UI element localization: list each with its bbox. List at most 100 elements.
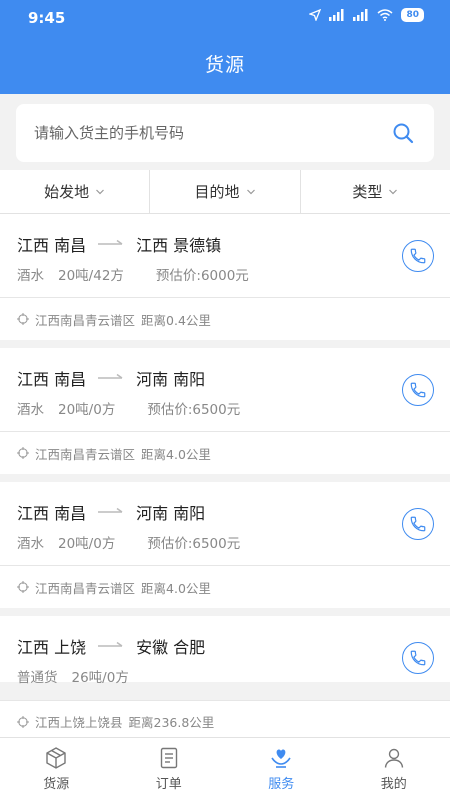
box-icon (46, 747, 66, 769)
title-bar: 货源 (0, 36, 450, 94)
filter-destination[interactable]: 目的地 (150, 170, 301, 213)
location-arrow-icon (309, 9, 322, 21)
chevron-down-icon (96, 189, 105, 194)
route-origin: 江西 南昌 (17, 236, 87, 255)
page-title: 货源 (204, 54, 245, 76)
wifi-icon (377, 9, 393, 21)
estimated-price: 预估价:6000元 (155, 268, 249, 284)
goods-type: 普通货 (17, 670, 58, 686)
cargo-card-main: 江西 南昌 河南 南阳 酒水 20吨/0方 预估价:6500元 (0, 482, 450, 566)
route-destination: 河南 南阳 (136, 504, 206, 523)
route-origin: 江西 上饶 (17, 638, 87, 657)
tab-mine[interactable]: 我的 (338, 738, 450, 800)
distance-text: 距离0.4公里 (141, 312, 211, 328)
status-time: 9:45 (28, 9, 66, 27)
route: 江西 上饶 安徽 合肥 (17, 634, 205, 658)
search-area (0, 94, 450, 170)
filter-type-label: 类型 (352, 183, 383, 201)
document-icon (160, 747, 177, 769)
tab-mine-label: 我的 (380, 777, 407, 792)
distance-text: 距离4.0公里 (141, 580, 211, 596)
goods-weight: 20吨/0方 (58, 402, 116, 418)
location-text: 江西南昌青云谱区 (35, 446, 136, 462)
route-destination: 江西 景德镇 (136, 236, 222, 255)
route-arrow-icon (98, 373, 123, 379)
search-icon[interactable] (392, 122, 414, 144)
crosshair-icon (17, 313, 29, 325)
cargo-card[interactable]: 江西 上饶 安徽 合肥 普通货 26吨/0方 江西上饶上饶县 距离236.8公里 (0, 616, 450, 737)
battery-icon: 80 (401, 8, 424, 22)
tab-orders-label: 订单 (155, 777, 182, 792)
route-origin: 江西 南昌 (17, 504, 87, 523)
route-arrow-icon (98, 507, 123, 513)
goods-weight: 20吨/0方 (58, 536, 116, 552)
cargo-detail: 酒水 20吨/0方 预估价:6500元 (17, 398, 240, 418)
tab-cargo-label: 货源 (43, 777, 70, 792)
route-arrow-icon (98, 641, 123, 647)
goods-type: 酒水 (17, 402, 44, 418)
cargo-detail: 普通货 26吨/0方 (17, 666, 161, 686)
phone-icon (410, 516, 426, 532)
chevron-down-icon (246, 189, 255, 194)
status-icons: 80 (309, 8, 424, 22)
location-text: 江西南昌青云谱区 (35, 312, 136, 328)
heart-hand-icon (271, 749, 291, 768)
call-button[interactable] (402, 508, 434, 540)
route: 江西 南昌 河南 南阳 (17, 500, 205, 524)
goods-weight: 26吨/0方 (71, 670, 129, 686)
distance-text: 距离236.8公里 (128, 715, 215, 730)
goods-weight: 20吨/42方 (58, 268, 124, 284)
tab-cargo[interactable]: 货源 (0, 738, 113, 800)
signal-hd-icon (353, 9, 368, 21)
estimated-price: 预估价:6500元 (147, 536, 241, 552)
cargo-location: 江西南昌青云谱区 距离0.4公里 (0, 298, 450, 340)
bottom-tab-bar: 货源 订单 服务 我的 (0, 737, 450, 800)
crosshair-icon (17, 715, 29, 728)
tab-orders[interactable]: 订单 (113, 738, 226, 800)
phone-icon (410, 382, 426, 398)
route-destination: 安徽 合肥 (136, 638, 206, 657)
cargo-card[interactable]: 江西 南昌 河南 南阳 酒水 20吨/0方 预估价:6500元 江西南昌青云谱区… (0, 482, 450, 608)
cargo-location: 江西南昌青云谱区 距离4.0公里 (0, 432, 450, 474)
cargo-card[interactable]: 江西 南昌 河南 南阳 酒水 20吨/0方 预估价:6500元 江西南昌青云谱区… (0, 348, 450, 474)
signal-icon (329, 9, 344, 21)
call-button[interactable] (402, 240, 434, 272)
cargo-list: 江西 南昌 江西 景德镇 酒水 20吨/42方 预估价:6000元 江西南昌青云… (0, 214, 450, 737)
phone-icon (410, 650, 426, 666)
goods-type: 酒水 (17, 268, 44, 284)
cargo-location: 江西上饶上饶县 距离236.8公里 (0, 700, 450, 737)
cargo-card-main: 江西 南昌 江西 景德镇 酒水 20吨/42方 预估价:6000元 (0, 214, 450, 298)
tab-service-label: 服务 (268, 777, 295, 792)
search-box (16, 104, 434, 162)
user-icon (384, 748, 403, 768)
cargo-detail: 酒水 20吨/42方 预估价:6000元 (17, 264, 249, 284)
filter-origin[interactable]: 始发地 (0, 170, 151, 213)
filter-type[interactable]: 类型 (301, 170, 450, 213)
crosshair-icon (17, 447, 29, 459)
call-button[interactable] (402, 374, 434, 406)
estimated-price: 预估价:6500元 (147, 402, 241, 418)
tab-service[interactable]: 服务 (225, 738, 338, 800)
cargo-card[interactable]: 江西 南昌 江西 景德镇 酒水 20吨/42方 预估价:6000元 江西南昌青云… (0, 214, 450, 340)
cargo-card-main: 江西 南昌 河南 南阳 酒水 20吨/0方 预估价:6500元 (0, 348, 450, 432)
cargo-card-main: 江西 上饶 安徽 合肥 普通货 26吨/0方 (0, 616, 450, 686)
status-bar: 9:45 80 (0, 0, 450, 36)
cargo-location: 江西南昌青云谱区 距离4.0公里 (0, 566, 450, 608)
call-button[interactable] (402, 642, 434, 674)
search-input[interactable] (34, 118, 374, 148)
route: 江西 南昌 河南 南阳 (17, 366, 205, 390)
filter-origin-label: 始发地 (44, 183, 90, 201)
filter-bar: 始发地 目的地 类型 (0, 170, 450, 214)
distance-text: 距离4.0公里 (141, 446, 211, 462)
cargo-detail: 酒水 20吨/0方 预估价:6500元 (17, 532, 240, 552)
chevron-down-icon (389, 189, 398, 194)
route-arrow-icon (98, 239, 123, 245)
crosshair-icon (17, 581, 29, 593)
filter-destination-label: 目的地 (194, 183, 240, 201)
route: 江西 南昌 江西 景德镇 (17, 232, 221, 256)
route-destination: 河南 南阳 (136, 370, 206, 389)
location-text: 江西南昌青云谱区 (35, 580, 136, 596)
phone-icon (410, 248, 426, 264)
route-origin: 江西 南昌 (17, 370, 87, 389)
goods-type: 酒水 (17, 536, 44, 552)
